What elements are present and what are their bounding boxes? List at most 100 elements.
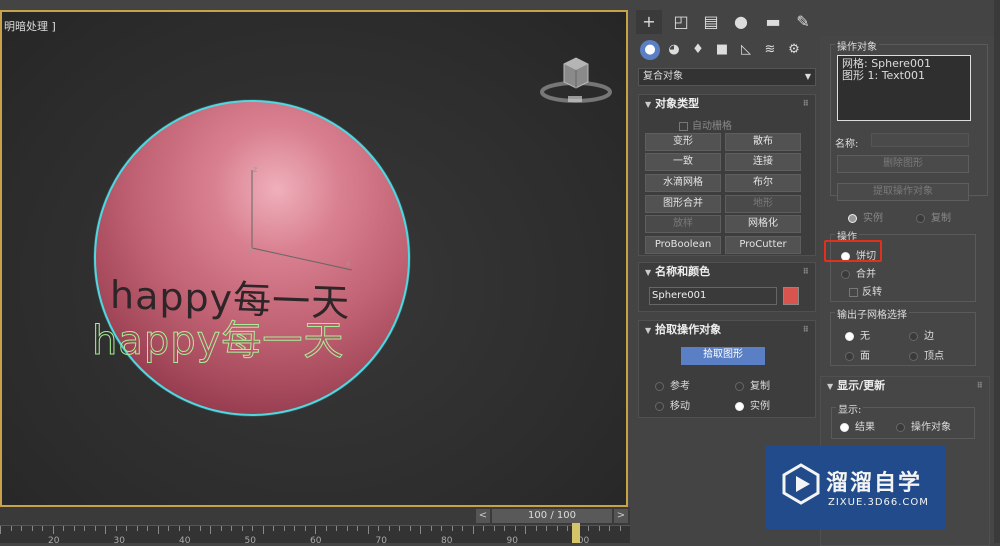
modify-tab-icon[interactable]: ◰ — [668, 10, 694, 34]
radio-label: 顶点 — [924, 351, 944, 362]
collapse-arrow-icon: ▼ — [645, 326, 652, 335]
viewport-shading-label[interactable]: 明暗处理 ] — [4, 18, 56, 34]
pick-shape-button[interactable]: 拾取图形 — [681, 347, 765, 365]
name-color-header[interactable]: ▼ 名称和颜色 ⠿ — [639, 263, 815, 281]
procutter-button[interactable]: ProCutter — [725, 236, 801, 254]
move-radio[interactable]: 移动 — [655, 397, 690, 412]
geometry-icon[interactable]: ● — [640, 40, 660, 60]
collapse-arrow-icon: ▼ — [645, 100, 652, 109]
prev-frame-button[interactable]: < — [476, 509, 490, 523]
merge-radio[interactable]: 合并 — [841, 265, 876, 280]
morph-button[interactable]: 变形 — [645, 133, 721, 151]
timeline-tick — [420, 526, 421, 534]
name-label: 名称: — [835, 139, 859, 150]
extract-operand-button[interactable]: 提取操作对象 — [837, 183, 969, 201]
timeline-tick — [273, 526, 274, 531]
viewcube-icon[interactable] — [538, 48, 614, 108]
space-warps-icon[interactable]: ≋ — [760, 40, 780, 60]
perspective-viewport[interactable]: 明暗处理 ] z x y happy每一天 happy每一天 — [0, 10, 628, 507]
radio-label: 实例 — [750, 401, 770, 412]
scatter-button[interactable]: 散布 — [725, 133, 801, 151]
pick-operand-header[interactable]: ▼ 拾取操作对象 ⠿ — [639, 321, 815, 339]
cameras-icon[interactable]: ■ — [712, 40, 732, 60]
boolean-button[interactable]: 布尔 — [725, 174, 801, 192]
extract-instance-radio[interactable]: 实例 — [848, 209, 883, 224]
timeline-tick — [609, 526, 610, 531]
terrain-button[interactable]: 地形 — [725, 195, 801, 213]
category-dropdown[interactable]: 复合对象 ▼ — [638, 68, 816, 86]
timeline-tick — [325, 526, 327, 531]
watermark-brand: 溜溜自学 — [826, 471, 923, 496]
time-slider-handle[interactable] — [572, 523, 580, 543]
radio-label: 无 — [860, 331, 870, 342]
operands-list[interactable]: 网格: Sphere001 图形 1: Text001 — [837, 55, 971, 121]
object-color-swatch[interactable] — [783, 287, 799, 305]
shapemerge-button[interactable]: 图形合并 — [645, 195, 721, 213]
timeline-tick — [241, 526, 243, 531]
object-type-header[interactable]: ▼ 对象类型 ⠿ — [639, 95, 815, 113]
timeline-tick — [168, 526, 169, 531]
timeline-tick — [388, 526, 390, 531]
svg-text:x: x — [346, 259, 351, 268]
conform-button[interactable]: 一致 — [645, 153, 721, 171]
timeline-tick — [0, 526, 1, 534]
frame-indicator[interactable]: 100 / 100 — [492, 509, 612, 523]
output-edge-radio[interactable]: 边 — [909, 327, 934, 342]
utilities-tab-icon[interactable]: ✎ — [790, 10, 816, 34]
timeline-ruler[interactable]: 20 30 40 50 60 70 80 90 100 — [0, 525, 630, 546]
display-operands-radio[interactable]: 操作对象 — [896, 418, 951, 433]
timeline-tick — [147, 526, 148, 531]
connect-button[interactable]: 连接 — [725, 153, 801, 171]
rollout-title: 名称和颜色 — [655, 265, 711, 278]
name-color-rollout: ▼ 名称和颜色 ⠿ Sphere001 — [638, 262, 816, 312]
panel-scrollbar[interactable] — [994, 0, 1000, 543]
operand-item[interactable]: 图形 1: Text001 — [842, 70, 966, 82]
time-slider[interactable]: < 100 / 100 > 20 30 40 50 60 70 80 90 100 — [0, 507, 630, 546]
timeline-tick — [252, 526, 253, 531]
timeline-tick — [21, 526, 22, 531]
autogrid-checkbox[interactable]: 自动栅格 — [679, 117, 732, 132]
hierarchy-tab-icon[interactable]: ▤ — [698, 10, 724, 34]
operand-name-field[interactable] — [871, 133, 969, 147]
output-vertex-radio[interactable]: 顶点 — [909, 347, 944, 362]
timeline-tick — [220, 526, 222, 531]
helpers-icon[interactable]: ◺ — [736, 40, 756, 60]
next-frame-button[interactable]: > — [614, 509, 628, 523]
proboolean-button[interactable]: ProBoolean — [645, 236, 721, 254]
timeline-tick — [409, 526, 411, 531]
reference-radio[interactable]: 参考 — [655, 377, 690, 392]
radio-label: 复制 — [750, 381, 770, 392]
watermark-logo: 溜溜自学 ZIXUE.3D66.COM — [766, 445, 946, 529]
instance-radio[interactable]: 实例 — [735, 397, 770, 412]
delete-shape-button[interactable]: 删除图形 — [837, 155, 969, 173]
copy-radio[interactable]: 复制 — [735, 377, 770, 392]
extract-copy-radio[interactable]: 复制 — [916, 209, 951, 224]
operands-group: 操作对象 网格: Sphere001 图形 1: Text001 名称: 删除图… — [830, 38, 988, 201]
pivot-axis-gizmo: z x y — [248, 165, 353, 271]
create-tab-icon[interactable]: + — [636, 10, 662, 34]
output-none-radio[interactable]: 无 — [845, 327, 870, 342]
timeline-tick — [84, 526, 85, 531]
timeline-tick-label: 20 — [48, 536, 60, 546]
shapes-icon[interactable]: ◕ — [664, 40, 684, 60]
timeline-tick-label: 40 — [179, 536, 191, 546]
timeline-tick — [105, 526, 106, 534]
timeline-tick — [189, 526, 190, 531]
timeline-tick — [472, 526, 474, 534]
display-tab-icon[interactable]: ▬ — [760, 10, 786, 34]
blobmesh-button[interactable]: 水滴网格 — [645, 174, 721, 192]
display-update-header[interactable]: ▼ 显示/更新 ⠿ — [821, 377, 989, 395]
motion-tab-icon[interactable]: ● — [728, 10, 754, 34]
output-subselection-group: 输出子网格选择 无 边 面 顶点 — [830, 306, 976, 366]
output-face-radio[interactable]: 面 — [845, 347, 870, 362]
mesher-button[interactable]: 网格化 — [725, 215, 801, 233]
display-result-radio[interactable]: 结果 — [840, 418, 875, 433]
lights-icon[interactable]: ♦ — [688, 40, 708, 60]
object-name-field[interactable]: Sphere001 — [649, 287, 777, 305]
timeline-tick-label: 60 — [310, 536, 322, 546]
text-shape-outline[interactable]: happy每一天 — [91, 308, 344, 366]
timeline-tick — [315, 526, 316, 534]
systems-icon[interactable]: ⚙ — [784, 40, 804, 60]
invert-checkbox[interactable]: 反转 — [849, 283, 882, 298]
loft-button[interactable]: 放样 — [645, 215, 721, 233]
